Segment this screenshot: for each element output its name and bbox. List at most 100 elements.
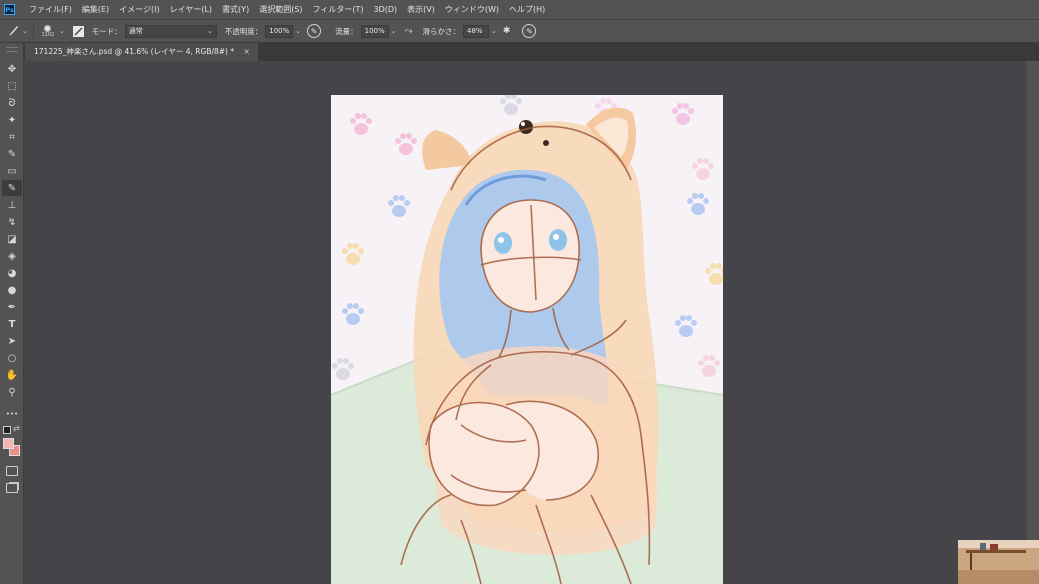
history-brush-tool[interactable]: ↯ <box>2 214 22 230</box>
eyedropper-icon: ✎ <box>7 148 17 160</box>
screen-mode-button[interactable] <box>2 480 22 496</box>
menu-select[interactable]: 選択範囲(S) <box>254 4 307 15</box>
brush-settings-icon <box>74 27 83 35</box>
smoothing-options-button[interactable]: ✱ <box>503 26 511 36</box>
dodge-tool[interactable]: ● <box>2 282 22 298</box>
ellipsis-icon: ••• <box>5 410 19 418</box>
marquee-tool[interactable]: ⬚ <box>2 78 22 94</box>
eraser-icon: ◪ <box>7 233 17 245</box>
close-icon[interactable]: × <box>244 47 250 56</box>
menu-help[interactable]: ヘルプ(H) <box>504 4 550 15</box>
clone-stamp-tool[interactable]: ⊥ <box>2 197 22 213</box>
menu-window[interactable]: ウィンドウ(W) <box>440 4 504 15</box>
document-canvas[interactable] <box>331 95 723 584</box>
paint-bucket-tool[interactable]: ◈ <box>2 248 22 264</box>
brush-tool[interactable]: ✎ <box>2 180 22 196</box>
magic-wand-icon: ✦ <box>7 114 17 126</box>
move-tool[interactable]: ✥ <box>2 61 22 77</box>
lasso-tool[interactable]: ᘐ <box>2 95 22 111</box>
menu-type[interactable]: 書式(Y) <box>217 4 254 15</box>
opacity-value: 100% <box>269 27 290 35</box>
brush-size-picker[interactable]: 1102 <box>39 24 57 38</box>
brush-preset-picker[interactable]: ⌄ <box>6 24 28 38</box>
smoothing-value: 48% <box>467 27 483 35</box>
chevron-down-icon: ⌄ <box>22 27 28 35</box>
quick-mask-button[interactable] <box>2 463 22 479</box>
pressure-size-button[interactable]: ✎ <box>522 24 537 38</box>
webcam-overlay <box>958 540 1039 584</box>
options-bar: ⌄ 1102 ⌄ モード： 通常 ⌄ 不透明度： 100% ⌄ ✎ 流量： 10… <box>0 19 1039 43</box>
stamp-icon: ⊥ <box>7 199 17 211</box>
paint-bucket-icon: ◈ <box>8 250 16 262</box>
arrow-icon: ➤ <box>7 335 17 347</box>
tools-panel: ✥ ⬚ ᘐ ✦ ⌗ ✎ ▭ ✎ ⊥ ↯ ◪ ◈ ◕ ● ✒ T ➤ ○ ✋ ⚲ … <box>0 43 24 584</box>
quick-mask-icon <box>6 466 18 476</box>
smoothing-field[interactable]: 48% <box>463 24 489 38</box>
smoothing-label: 滑らかさ： <box>422 26 461 36</box>
menu-filter[interactable]: フィルター(T) <box>308 4 369 15</box>
eraser-tool[interactable]: ◪ <box>2 231 22 247</box>
airbrush-button[interactable]: ⤳ <box>405 26 413 37</box>
path-selection-tool[interactable]: ➤ <box>2 333 22 349</box>
zoom-tool[interactable]: ⚲ <box>2 384 22 400</box>
chevron-down-icon: ⌄ <box>206 27 213 35</box>
pen-pressure-icon: ✎ <box>310 26 318 36</box>
toolbar-grip[interactable] <box>6 47 18 52</box>
brush-icon: ✎ <box>7 182 17 194</box>
more-tools[interactable]: ••• <box>2 406 22 422</box>
mode-value: 通常 <box>128 27 143 35</box>
document-tab[interactable]: 171225_神楽さん.psd @ 41.6% (レイヤー 4, RGB/8#)… <box>25 43 258 61</box>
hand-icon: ✋ <box>5 369 19 381</box>
pen-icon: ✒ <box>7 301 17 313</box>
opacity-label: 不透明度： <box>224 26 263 36</box>
swap-colors-icon[interactable]: ⇄ <box>13 424 20 433</box>
brush-icon <box>9 26 18 36</box>
magic-wand-tool[interactable]: ✦ <box>2 112 22 128</box>
chevron-down-icon[interactable]: ⌄ <box>59 27 65 35</box>
screen-mode-icon <box>6 483 18 493</box>
flow-field[interactable]: 100% <box>360 24 389 38</box>
menu-bar: Ps ファイル(F) 編集(E) イメージ(I) レイヤー(L) 書式(Y) 選… <box>0 0 1039 19</box>
eyedropper-tool[interactable]: ✎ <box>2 146 22 162</box>
brush-panel-toggle[interactable] <box>72 25 84 37</box>
brush-size-value: 1102 <box>41 31 55 38</box>
hand-tool[interactable]: ✋ <box>2 367 22 383</box>
mode-label: モード： <box>91 26 122 36</box>
type-tool[interactable]: T <box>2 316 22 332</box>
dodge-icon: ● <box>7 284 17 296</box>
crop-tool[interactable]: ⌗ <box>2 129 22 145</box>
move-icon: ✥ <box>7 63 17 75</box>
menu-3d[interactable]: 3D(D) <box>369 5 403 14</box>
gear-icon: ✱ <box>502 26 511 36</box>
zoom-icon: ⚲ <box>8 386 16 398</box>
foreground-color-swatch[interactable] <box>3 438 14 449</box>
lasso-icon: ᘐ <box>8 97 16 109</box>
blur-icon: ◕ <box>7 267 17 279</box>
opacity-field[interactable]: 100% <box>265 24 294 38</box>
crop-icon: ⌗ <box>9 131 15 143</box>
airbrush-icon: ⤳ <box>404 25 413 37</box>
divider <box>32 23 34 39</box>
flow-label: 流量： <box>335 26 358 36</box>
default-colors-icon[interactable] <box>3 426 11 434</box>
menu-file[interactable]: ファイル(F) <box>24 4 77 15</box>
chevron-down-icon[interactable]: ⌄ <box>491 27 497 35</box>
ellipse-icon: ○ <box>7 352 17 364</box>
healing-brush-tool[interactable]: ▭ <box>2 163 22 179</box>
brush-tip-icon <box>44 24 52 32</box>
pen-tool[interactable]: ✒ <box>2 299 22 315</box>
pressure-opacity-button[interactable]: ✎ <box>307 24 322 38</box>
menu-layer[interactable]: レイヤー(L) <box>165 4 217 15</box>
flow-value: 100% <box>364 27 385 35</box>
chevron-down-icon[interactable]: ⌄ <box>295 27 301 35</box>
menu-edit[interactable]: 編集(E) <box>77 4 114 15</box>
mode-select[interactable]: 通常 ⌄ <box>124 24 217 38</box>
chevron-down-icon[interactable]: ⌄ <box>391 27 397 35</box>
blur-tool[interactable]: ◕ <box>2 265 22 281</box>
menu-image[interactable]: イメージ(I) <box>114 4 164 15</box>
photoshop-app-icon[interactable]: Ps <box>4 4 15 15</box>
history-brush-icon: ↯ <box>7 216 17 228</box>
marquee-icon: ⬚ <box>7 80 17 92</box>
ellipse-tool[interactable]: ○ <box>2 350 22 366</box>
menu-view[interactable]: 表示(V) <box>402 4 440 15</box>
